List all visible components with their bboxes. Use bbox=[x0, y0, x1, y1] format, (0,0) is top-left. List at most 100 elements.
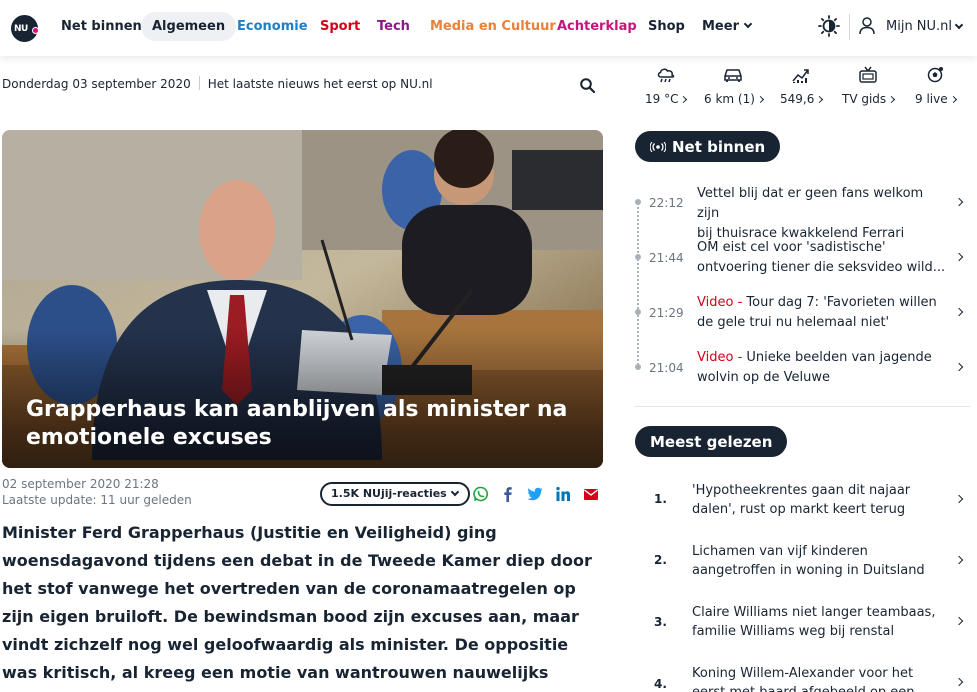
item-headline-line2: ontvoering tiener die seksvideo wild... bbox=[697, 260, 946, 275]
most-read-item[interactable]: 3. Claire Williams niet langer teambaas,… bbox=[635, 593, 970, 653]
item-headline: Claire Williams niet langer teambaas, fa… bbox=[692, 603, 950, 641]
current-date: Donderdag 03 september 2020 bbox=[2, 77, 191, 91]
item-time: 22:12 bbox=[649, 196, 684, 210]
top-navigation: NU Net binnen Algemeen Economie Sport Te… bbox=[0, 0, 977, 56]
hero-headline-line2: emotionele excuses bbox=[26, 425, 272, 450]
item-headline-line2: dalen', rust op markt keert terug bbox=[692, 502, 906, 517]
chevron-down-icon bbox=[450, 487, 459, 497]
item-headline: Lichamen van vijf kinderen aangetroffen … bbox=[692, 542, 950, 580]
timeline-dot bbox=[635, 364, 641, 370]
sidebar-divider bbox=[635, 406, 970, 407]
chevron-right-icon bbox=[816, 95, 824, 104]
net-binnen-item[interactable]: 21:29 Video - Tour dag 7: 'Favorieten wi… bbox=[635, 292, 970, 347]
item-headline-line2: eerst met baard afgebeeld op een bbox=[692, 683, 950, 692]
nav-shop[interactable]: Shop bbox=[648, 19, 685, 34]
theme-toggle-icon[interactable] bbox=[818, 15, 840, 37]
twitter-icon[interactable] bbox=[527, 486, 543, 502]
item-headline-line2: aangetroffen in woning in Duitsland bbox=[692, 563, 925, 578]
net-binnen-item[interactable]: 21:04 Video - Unieke beelden van jagende… bbox=[635, 347, 970, 402]
tv-icon bbox=[859, 66, 877, 83]
chevron-right-icon bbox=[954, 252, 964, 262]
nav-sport[interactable]: Sport bbox=[320, 19, 360, 34]
hero-headline-line1: Grapperhaus kan aanblijven als minister … bbox=[26, 397, 568, 422]
nav-net-binnen[interactable]: Net binnen bbox=[61, 19, 142, 34]
search-icon[interactable] bbox=[580, 78, 595, 93]
item-rank: 2. bbox=[654, 553, 667, 567]
chevron-right-icon bbox=[954, 197, 964, 207]
nav-achterklap[interactable]: Achterklap bbox=[557, 19, 637, 34]
most-read-item[interactable]: 4. Koning Willem-Alexander voor het eers… bbox=[635, 654, 970, 692]
net-binnen-item[interactable]: 21:44 OM eist cel voor 'sadistische' ont… bbox=[635, 237, 970, 292]
reactions-button[interactable]: 1.5K NUjij-reacties bbox=[320, 482, 470, 506]
item-headline-line1: Lichamen van vijf kinderen bbox=[692, 544, 868, 559]
nav-meer[interactable]: Meer bbox=[702, 19, 753, 34]
live-sport-icon bbox=[928, 67, 944, 83]
traffic-value: 6 km (1) bbox=[704, 92, 755, 106]
article-meta: 02 september 2020 21:28 Laatste update: … bbox=[2, 476, 192, 508]
chevron-right-icon bbox=[756, 95, 764, 104]
whatsapp-icon[interactable] bbox=[473, 486, 489, 502]
date-bar: Donderdag 03 september 2020 Het laatste n… bbox=[2, 76, 433, 91]
published-date: 02 september 2020 21:28 bbox=[2, 477, 159, 491]
live-sport-widget[interactable]: 9 live bbox=[915, 66, 957, 106]
linkedin-icon[interactable] bbox=[555, 486, 571, 502]
reactions-label: 1.5K NUjij-reacties bbox=[331, 487, 447, 500]
weather-widget[interactable]: 19 °C bbox=[645, 66, 688, 106]
chevron-right-icon bbox=[888, 95, 896, 104]
item-headline: Koning Willem-Alexander voor het eerst m… bbox=[692, 664, 950, 692]
mail-icon[interactable] bbox=[583, 486, 599, 502]
meest-gelezen-title: Meest gelezen bbox=[650, 433, 773, 451]
date-separator bbox=[198, 76, 200, 90]
net-binnen-item[interactable]: 22:12 Vettel blij dat er geen fans welko… bbox=[635, 182, 970, 241]
chevron-right-icon bbox=[954, 362, 964, 372]
facebook-icon[interactable] bbox=[500, 486, 516, 502]
hero-article[interactable]: Grapperhaus kan aanblijven als minister … bbox=[2, 130, 603, 468]
nu-logo[interactable]: NU bbox=[11, 15, 39, 42]
chevron-down-icon[interactable] bbox=[954, 20, 964, 30]
hero-headline[interactable]: Grapperhaus kan aanblijven als minister … bbox=[26, 396, 586, 452]
nav-tech[interactable]: Tech bbox=[377, 19, 410, 34]
item-headline-line2: wolvin op de Veluwe bbox=[697, 370, 830, 385]
user-icon[interactable] bbox=[859, 17, 875, 35]
timeline-dot bbox=[635, 309, 641, 315]
item-headline: 'Hypotheekrentes gaan dit najaar dalen',… bbox=[692, 481, 950, 519]
chevron-down-icon bbox=[743, 19, 753, 29]
chevron-right-icon bbox=[954, 677, 964, 687]
account-label[interactable]: Mijn NU.nl bbox=[886, 19, 952, 34]
item-headline: Video - Tour dag 7: 'Favorieten willen d… bbox=[697, 293, 947, 333]
item-headline-line1: 'Hypotheekrentes gaan dit najaar bbox=[692, 483, 911, 498]
nav-economie[interactable]: Economie bbox=[237, 19, 308, 34]
chevron-right-icon bbox=[680, 95, 688, 104]
meest-gelezen-heading[interactable]: Meest gelezen bbox=[635, 426, 788, 457]
logo-dot bbox=[32, 27, 39, 34]
stocks-icon bbox=[792, 69, 809, 83]
most-read-item[interactable]: 2. Lichamen van vijf kinderen aangetroff… bbox=[635, 532, 970, 592]
chevron-right-icon bbox=[954, 494, 964, 504]
nav-media-en-cultuur[interactable]: Media en Cultuur bbox=[430, 19, 556, 34]
video-dash: - bbox=[733, 295, 747, 310]
item-time: 21:29 bbox=[649, 306, 684, 320]
nav-divider bbox=[849, 14, 850, 40]
item-headline-line1: Claire Williams niet langer teambaas, bbox=[692, 605, 936, 620]
stocks-widget[interactable]: 549,6 bbox=[780, 66, 824, 106]
item-headline-line2: de gele trui nu helemaal niet' bbox=[697, 315, 890, 330]
tv-guide-widget[interactable]: TV gids bbox=[842, 66, 896, 106]
nav-algemeen[interactable]: Algemeen bbox=[141, 12, 237, 41]
net-binnen-title: Net binnen bbox=[672, 138, 766, 156]
article-intro: Minister Ferd Grapperhaus (Justitie en V… bbox=[2, 523, 592, 692]
net-binnen-heading[interactable]: Net binnen bbox=[635, 131, 781, 162]
traffic-widget[interactable]: 6 km (1) bbox=[704, 66, 764, 106]
broadcast-icon bbox=[650, 142, 666, 152]
chevron-right-icon bbox=[954, 307, 964, 317]
weather-value: 19 °C bbox=[645, 92, 679, 106]
item-headline: OM eist cel voor 'sadistische' ontvoerin… bbox=[697, 238, 947, 278]
most-read-item[interactable]: 1. 'Hypotheekrentes gaan dit najaar dale… bbox=[635, 471, 970, 531]
item-headline-line1: Unieke beelden van jagende bbox=[746, 350, 932, 365]
timeline-dot bbox=[635, 199, 641, 205]
item-rank: 3. bbox=[654, 615, 667, 629]
traffic-icon bbox=[724, 69, 743, 82]
item-rank: 1. bbox=[654, 492, 667, 506]
item-headline: Video - Unieke beelden van jagende wolvi… bbox=[697, 348, 947, 388]
nav-meer-label: Meer bbox=[702, 19, 739, 34]
logo-text: NU bbox=[14, 24, 28, 34]
